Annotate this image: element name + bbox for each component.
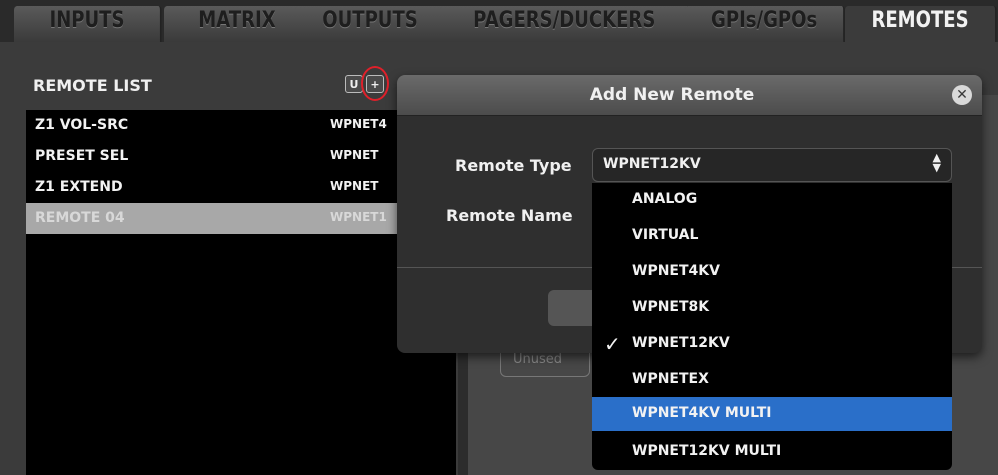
remote-type: WPNET1 [330,210,387,224]
remote-type: WPNET [330,179,379,193]
remote-name: REMOTE 04 [35,210,125,226]
option-label: ANALOG [632,191,698,207]
remote-type-dropdown: ANALOG VIRTUAL WPNET4KV WPNET8K ✓ WPNET1… [592,183,952,470]
option-wpnet4kv-multi[interactable]: WPNET4KV MULTI [592,397,952,431]
annotation-circle [361,66,389,101]
list-item-selected[interactable]: REMOTE 04 WPNET1 [26,203,456,234]
remote-name: Z1 EXTEND [35,179,123,195]
tab-gpis-gpos[interactable]: GPIs/GPOs [685,6,845,42]
checkmark-icon: ✓ [604,332,621,356]
option-wpnet4kv[interactable]: WPNET4KV [592,255,952,289]
option-wpnetex[interactable]: WPNETEX [592,363,952,397]
remote-name: Z1 VOL-SRC [35,117,129,133]
remote-type-value: WPNET12KV [603,156,701,172]
tab-outputs[interactable]: OUTPUTS [295,6,447,42]
select-arrows-icon: ▲ ▼ [932,151,941,174]
option-wpnet8k[interactable]: WPNET8K [592,291,952,325]
close-icon[interactable]: ✕ [952,85,972,105]
list-item[interactable]: Z1 VOL-SRC WPNET4 [26,110,456,141]
option-label: VIRTUAL [632,227,699,243]
remote-type-select[interactable]: WPNET12KV ▲ ▼ [592,148,952,182]
remote-type-label: Remote Type [455,156,572,175]
option-label: WPNETEX [632,371,709,387]
list-item[interactable]: PRESET SEL WPNET [26,141,456,172]
remote-list: Z1 VOL-SRC WPNET4 PRESET SEL WPNET Z1 EX… [26,110,456,475]
dialog-title: Add New Remote [589,85,755,105]
remote-type: WPNET4 [330,117,387,131]
option-wpnet12kv-multi[interactable]: WPNET12KV MULTI [592,435,952,469]
option-label: WPNET4KV MULTI [632,405,772,421]
option-label: WPNET4KV [632,263,720,279]
option-label: WPNET8K [632,299,710,315]
option-label: WPNET12KV MULTI [632,443,782,459]
option-virtual[interactable]: VIRTUAL [592,219,952,253]
remote-name: PRESET SEL [35,148,129,164]
tab-bar: INPUTS MATRIX OUTPUTS PAGERS/DUCKERS GPI… [0,0,998,42]
option-analog[interactable]: ANALOG [592,183,952,217]
option-wpnet12kv[interactable]: ✓ WPNET12KV [592,327,952,361]
list-item[interactable]: Z1 EXTEND WPNET [26,172,456,203]
option-label: WPNET12KV [632,335,730,351]
tab-matrix[interactable]: MATRIX [164,6,312,42]
dialog-header: Add New Remote ✕ [397,75,982,116]
remote-type: WPNET [330,148,379,162]
remote-name-label: Remote Name [446,206,573,225]
tab-pagers-duckers[interactable]: PAGERS/DUCKERS [440,6,691,42]
remote-list-title: REMOTE LIST [33,76,152,95]
tab-inputs[interactable]: INPUTS [14,6,162,42]
tab-remotes[interactable]: REMOTES [845,6,997,42]
